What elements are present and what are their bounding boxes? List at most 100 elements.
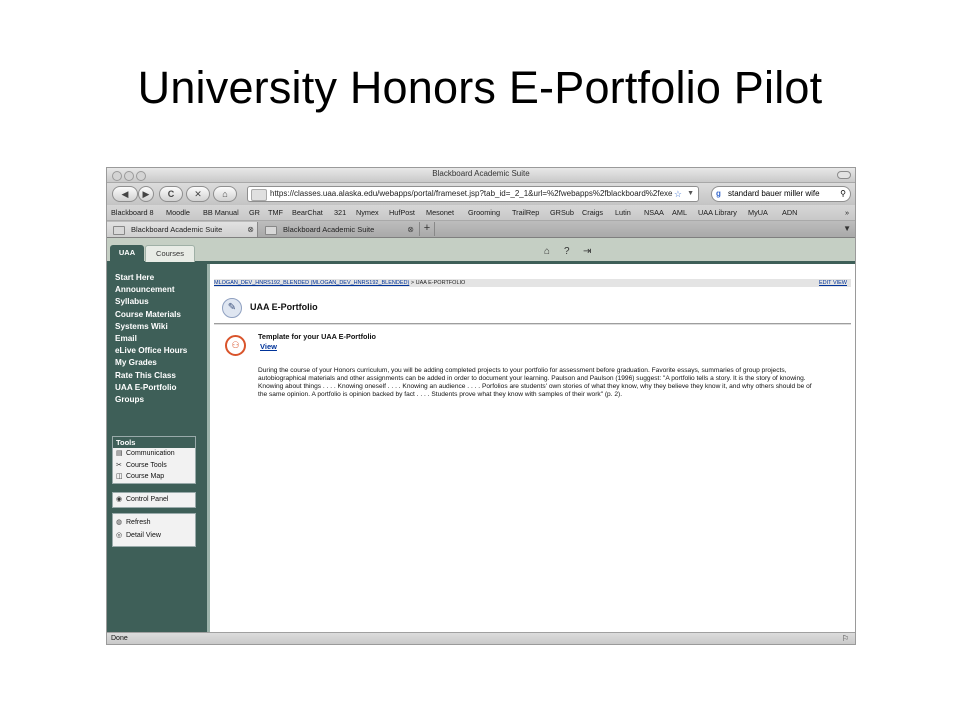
refresh-label: Refresh — [126, 519, 151, 526]
control-panel-link[interactable]: ◉ Control Panel — [113, 493, 195, 507]
blackboard-header: UAA Courses ⌂ ? ⇥ — [107, 238, 855, 264]
control-panel-label: Control Panel — [126, 496, 169, 503]
window-titlebar: Blackboard Academic Suite — [107, 168, 855, 183]
bookmark-item[interactable]: BearChat — [292, 205, 323, 220]
browser-tabs: Blackboard Academic Suite ⊗ Blackboard A… — [107, 221, 855, 238]
control-panel-icon: ◉ — [116, 496, 123, 503]
bookmark-item[interactable]: Nymex — [356, 205, 379, 220]
view-link[interactable]: View — [260, 342, 277, 351]
bookmark-item[interactable]: TMF — [268, 205, 283, 220]
search-text: standard bauer miller wife — [728, 189, 820, 198]
tool-label: Course Map — [126, 473, 165, 480]
course-tools-icon: ✂ — [116, 461, 122, 469]
control-panel-box: ◉ Control Panel — [112, 492, 196, 508]
home-icon[interactable]: ⌂ — [544, 246, 550, 257]
menu-item-uaa-e-portfolio[interactable]: UAA E-Portfolio — [115, 382, 205, 394]
menu-item-groups[interactable]: Groups — [115, 394, 205, 406]
close-tab-icon[interactable]: ⊗ — [247, 222, 254, 237]
tool-label: Course Tools — [126, 461, 167, 469]
bookmark-item[interactable]: 321 — [334, 205, 346, 220]
detail-view-icon: ◎ — [116, 532, 123, 539]
main-content: MLOGAN_DEV_HNRS192_BLENDED (MLOGAN_DEV_H… — [210, 264, 855, 632]
group-item-icon: ⚇ — [225, 335, 246, 356]
bookmark-item[interactable]: Craigs — [582, 205, 603, 220]
reload-button[interactable]: C — [159, 186, 183, 202]
menu-item-announcement[interactable]: Announcement — [115, 284, 205, 296]
browser-tab[interactable]: Blackboard Academic Suite ⊗ — [259, 222, 417, 237]
menu-item-course-materials[interactable]: Course Materials — [115, 309, 205, 321]
url-text: https://classes.uaa.alaska.edu/webapps/p… — [270, 189, 673, 198]
url-input[interactable]: https://classes.uaa.alaska.edu/webapps/p… — [247, 186, 699, 202]
status-text: Done — [111, 635, 128, 642]
menu-item-systems-wiki[interactable]: Systems Wiki — [115, 321, 205, 333]
tool-communication[interactable]: ▤ Communication — [113, 448, 195, 460]
tab-uaa[interactable]: UAA — [110, 245, 144, 261]
search-input[interactable]: g standard bauer miller wife ⚲ — [711, 186, 851, 202]
view-options-box: ◍ Refresh ◎ Detail View — [112, 513, 196, 547]
tool-course-tools[interactable]: ✂ Course Tools — [113, 460, 195, 472]
bookmark-item[interactable]: BB Manual — [203, 205, 239, 220]
help-icon[interactable]: ? — [564, 246, 570, 257]
page-favicon-icon — [265, 226, 277, 235]
bookmark-item[interactable]: Blackboard 8 — [111, 205, 154, 220]
bookmark-item[interactable]: Mesonet — [426, 205, 454, 220]
bookmark-item[interactable]: Grooming — [468, 205, 500, 220]
title-divider — [214, 323, 851, 325]
close-tab-icon[interactable]: ⊗ — [407, 222, 414, 237]
slide-title: University Honors E-Portfolio Pilot — [137, 62, 823, 113]
status-indicator-icon: ⚐ — [841, 634, 849, 643]
new-tab-button[interactable]: + — [419, 222, 435, 236]
breadcrumb-current: > UAA E-PORTFOLIO — [409, 280, 466, 286]
google-search-engine-icon[interactable]: g — [716, 187, 728, 201]
site-identity-icon[interactable] — [251, 189, 267, 201]
menu-item-rate-this-class[interactable]: Rate This Class — [115, 370, 205, 382]
home-button[interactable]: ⌂ — [213, 186, 237, 202]
refresh-icon: ◍ — [116, 519, 123, 526]
menu-item-start-here[interactable]: Start Here — [115, 272, 205, 284]
back-button[interactable]: ◀ — [112, 186, 138, 202]
tab-courses[interactable]: Courses — [145, 245, 195, 262]
logout-icon[interactable]: ⇥ — [583, 246, 591, 257]
page-title: UAA E-Portfolio — [250, 302, 318, 312]
bookmarks-toolbar: Blackboard 8 Moodle BB Manual GR TMF Bea… — [107, 205, 855, 221]
menu-item-my-grades[interactable]: My Grades — [115, 357, 205, 369]
url-dropdown-icon[interactable]: ▼ — [687, 187, 694, 201]
course-map-icon: ◫ — [116, 473, 123, 480]
tab-label: Blackboard Academic Suite — [283, 225, 375, 234]
refresh-link[interactable]: ◍ Refresh — [113, 516, 195, 529]
breadcrumb-course-link[interactable]: MLOGAN_DEV_HNRS192_BLENDED (MLOGAN_DEV_H… — [214, 280, 409, 286]
browser-tab-active[interactable]: Blackboard Academic Suite ⊗ — [107, 222, 258, 237]
forward-button[interactable]: ▶ — [138, 186, 154, 202]
bookmark-item[interactable]: TrailRep — [512, 205, 539, 220]
page-favicon-icon — [113, 226, 125, 235]
menu-item-elive-office-hours[interactable]: eLive Office Hours — [115, 345, 205, 357]
bookmark-item[interactable]: HufPost — [389, 205, 415, 220]
edit-view-link[interactable]: EDIT VIEW — [819, 279, 847, 287]
course-menu: Start Here Announcement Syllabus Course … — [115, 272, 205, 406]
menu-item-syllabus[interactable]: Syllabus — [115, 296, 205, 308]
bookmark-item[interactable]: GR — [249, 205, 260, 220]
bookmark-item[interactable]: NSAA — [644, 205, 664, 220]
detail-view-link[interactable]: ◎ Detail View — [113, 529, 195, 542]
stop-button[interactable]: ✕ — [186, 186, 210, 202]
bookmark-item[interactable]: AML — [672, 205, 687, 220]
bookmarks-overflow-icon[interactable]: » — [845, 205, 849, 220]
bookmark-item[interactable]: ADN — [782, 205, 797, 220]
navigation-toolbar: ◀ ▶ C ✕ ⌂ https://classes.uaa.alaska.edu… — [107, 183, 855, 205]
window-title: Blackboard Academic Suite — [432, 169, 530, 178]
bookmark-item[interactable]: Moodle — [166, 205, 190, 220]
bookmark-item[interactable]: GRSub — [550, 205, 574, 220]
bookmark-item[interactable]: UAA Library — [698, 205, 737, 220]
tab-list-icon[interactable]: ▼ — [843, 224, 851, 233]
tab-label: Blackboard Academic Suite — [131, 225, 223, 234]
communication-icon: ▤ — [116, 450, 123, 457]
tool-course-map[interactable]: ◫ Course Map — [113, 471, 195, 483]
bookmark-star-icon[interactable]: ☆ — [674, 187, 682, 201]
bookmark-item[interactable]: MyUA — [748, 205, 768, 220]
menu-item-email[interactable]: Email — [115, 333, 205, 345]
tools-panel: Tools ▤ Communication ✂ Course Tools ◫ Cour… — [112, 436, 196, 484]
toolbar-toggle-button[interactable] — [837, 171, 851, 179]
search-icon[interactable]: ⚲ — [840, 187, 846, 201]
bookmark-item[interactable]: Lutin — [615, 205, 631, 220]
tool-label: Communication — [126, 450, 175, 457]
